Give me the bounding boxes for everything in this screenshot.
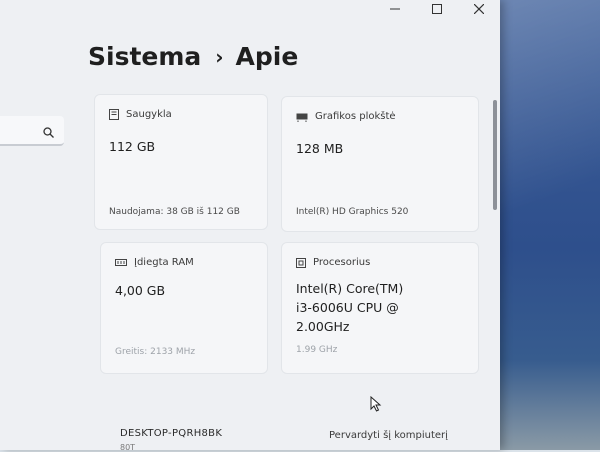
scrollbar[interactable] (493, 100, 497, 210)
search-icon (43, 123, 54, 142)
cpu-icon (296, 257, 306, 268)
graphics-model: Intel(R) HD Graphics 520 (296, 207, 409, 217)
storage-title: Saugykla (126, 109, 172, 120)
breadcrumb-separator: › (215, 44, 224, 69)
processor-line-1: Intel(R) Core(TM) (296, 281, 404, 296)
mouse-cursor-icon (370, 396, 382, 412)
graphics-title: Grafikos plokštė (315, 111, 396, 122)
storage-card-header: Saugykla (109, 109, 172, 120)
gpu-icon (296, 112, 308, 122)
breadcrumb-parent[interactable]: Sistema (88, 42, 201, 71)
minimize-button[interactable] (374, 0, 416, 18)
graphics-card[interactable]: Grafikos plokštė 128 MB Intel(R) HD Grap… (281, 96, 479, 232)
ram-card[interactable]: Įdiegta RAM 4,00 GB Greitis: 2133 MHz (100, 242, 268, 374)
processor-card[interactable]: Procesorius Intel(R) Core(TM) i3-6006U C… (281, 242, 479, 374)
rename-pc-button[interactable]: Pervardyti šį kompiuterį (329, 430, 448, 441)
storage-usage: Naudojama: 38 GB iš 112 GB (109, 207, 240, 217)
processor-speed: 1.99 GHz (296, 345, 338, 355)
graphics-card-header: Grafikos plokštė (296, 111, 396, 122)
processor-line-2: i3-6006U CPU @ (296, 300, 399, 315)
ram-speed: Greitis: 2133 MHz (115, 347, 196, 357)
search-input[interactable] (0, 116, 64, 146)
settings-window: Sistema › Apie Saugykla 112 GB Naudojama… (0, 0, 500, 452)
storage-value: 112 GB (109, 139, 156, 154)
device-model: 80T (120, 443, 136, 452)
storage-icon (109, 109, 119, 120)
breadcrumb: Sistema › Apie (88, 42, 298, 71)
screen-glare (488, 0, 600, 450)
ram-card-header: Įdiegta RAM (115, 257, 194, 268)
processor-line-3: 2.00GHz (296, 319, 350, 334)
processor-title: Procesorius (313, 257, 371, 268)
page-title: Apie (235, 42, 299, 71)
minimize-icon (390, 8, 400, 10)
graphics-value: 128 MB (296, 141, 344, 156)
maximize-button[interactable] (416, 0, 458, 18)
window-controls (374, 0, 500, 18)
device-name: DESKTOP-PQRH8BK (120, 428, 223, 439)
maximize-icon (432, 4, 442, 14)
ram-value: 4,00 GB (115, 283, 166, 298)
close-icon (474, 4, 484, 14)
close-button[interactable] (458, 0, 500, 18)
ram-title: Įdiegta RAM (134, 257, 194, 268)
processor-card-header: Procesorius (296, 257, 370, 268)
processor-value: Intel(R) Core(TM) i3-6006U CPU @ 2.00GHz (296, 279, 403, 336)
ram-icon (115, 258, 127, 267)
desktop-background (488, 0, 600, 450)
storage-card[interactable]: Saugykla 112 GB Naudojama: 38 GB iš 112 … (94, 94, 268, 230)
